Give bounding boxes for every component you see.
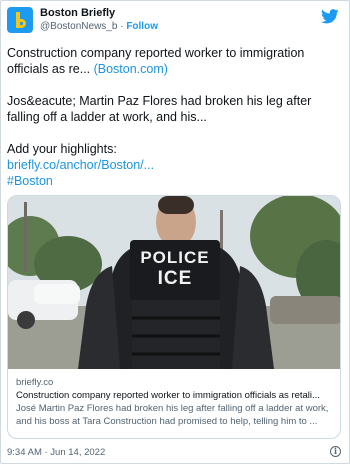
twitter-bird-icon[interactable] xyxy=(321,9,339,24)
vest-line-police: POLICE xyxy=(140,248,210,267)
card-domain: briefly.co xyxy=(16,377,54,388)
handle-line: @BostonNews_b · Follow xyxy=(40,20,158,33)
tweet-paragraph-headline: Construction company reported worker to … xyxy=(7,45,343,77)
source-link[interactable]: (Boston.com) xyxy=(94,62,168,76)
highlights-label: Add your highlights: xyxy=(7,142,117,156)
follow-button[interactable]: Follow xyxy=(126,21,158,32)
tweet-paragraph-highlights: Add your highlights: briefly.co/anchor/B… xyxy=(7,141,343,189)
display-name[interactable]: Boston Briefly xyxy=(40,7,158,20)
info-icon[interactable]: i xyxy=(330,446,341,457)
tweet-header: Boston Briefly @BostonNews_b · Follow xyxy=(7,7,341,37)
vest-text: POLICE ICE xyxy=(135,248,215,290)
tweet-embed: Boston Briefly @BostonNews_b · Follow Co… xyxy=(0,0,350,464)
card-image[interactable]: POLICE ICE xyxy=(8,196,340,369)
hashtag-link[interactable]: #Boston xyxy=(7,174,53,188)
tweet-text: Construction company reported worker to … xyxy=(7,45,343,205)
link-card[interactable]: POLICE ICE briefly.co Construction compa… xyxy=(7,195,341,439)
avatar[interactable] xyxy=(7,7,33,33)
card-meta: briefly.co Construction company reported… xyxy=(8,369,340,428)
tweet-timestamp[interactable]: 9:34 AM · Jun 14, 2022 xyxy=(7,447,105,458)
card-title: Construction company reported worker to … xyxy=(16,390,320,401)
tweet-paragraph-summary: Jos&eacute; Martin Paz Flores had broken… xyxy=(7,93,343,125)
summary-text: Jos&eacute; Martin Paz Flores had broken… xyxy=(7,94,312,124)
account-handle[interactable]: @BostonNews_b xyxy=(40,21,117,32)
highlights-link[interactable]: briefly.co/anchor/Boston/... xyxy=(7,158,154,172)
account-names: Boston Briefly @BostonNews_b · Follow xyxy=(40,7,158,33)
briefly-b-logo-bowl xyxy=(16,19,26,28)
card-description: José Martin Paz Flores had broken his le… xyxy=(16,403,329,427)
vest-line-ice: ICE xyxy=(157,268,193,289)
handle-separator: · xyxy=(117,21,127,32)
